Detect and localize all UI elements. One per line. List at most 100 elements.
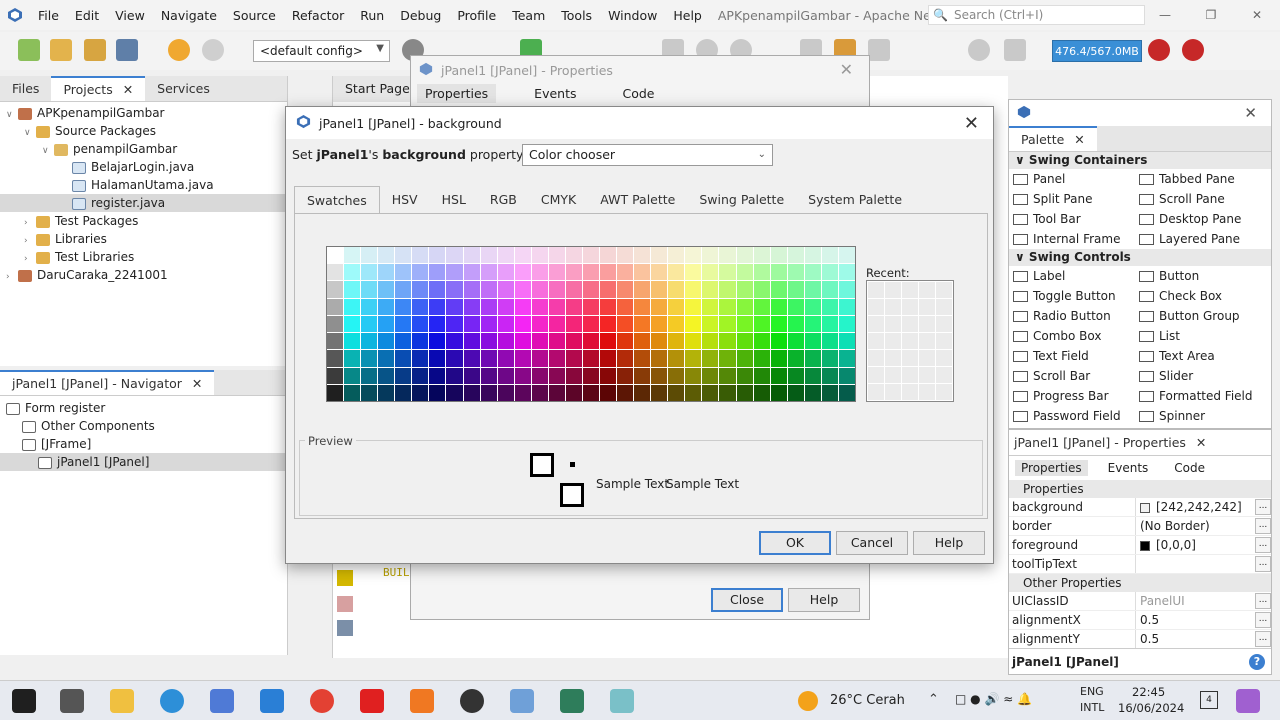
color-swatch[interactable] (497, 315, 514, 333)
color-swatch[interactable] (531, 367, 548, 384)
new-project-icon[interactable] (50, 39, 72, 61)
color-swatch[interactable] (668, 281, 685, 298)
color-swatch[interactable] (361, 264, 378, 281)
tree-item-halamanutama-java[interactable]: HalamanUtama.java (0, 176, 287, 194)
tree-item-register-java[interactable]: register.java (0, 194, 287, 212)
color-swatch[interactable] (804, 264, 821, 281)
color-swatch[interactable] (719, 384, 736, 401)
color-swatch[interactable] (600, 350, 617, 367)
color-swatch[interactable] (378, 247, 395, 264)
color-swatch[interactable] (344, 384, 361, 401)
color-swatch[interactable] (514, 264, 531, 281)
color-swatch[interactable] (651, 384, 668, 401)
color-swatch[interactable] (378, 350, 395, 367)
weather-text[interactable]: 26°C Cerah (830, 693, 905, 708)
color-swatch[interactable] (497, 247, 514, 264)
color-swatch[interactable] (514, 350, 531, 367)
color-swatch[interactable] (736, 384, 753, 401)
color-swatch[interactable] (736, 367, 753, 384)
help-icon[interactable]: ? (1249, 654, 1265, 670)
ellipsis-button[interactable]: ... (1255, 593, 1271, 609)
color-swatch[interactable] (463, 333, 480, 350)
recent-swatch[interactable] (868, 299, 884, 315)
color-swatch[interactable] (344, 315, 361, 333)
tab-rgb[interactable]: RGB (478, 186, 529, 214)
color-swatch[interactable] (702, 367, 719, 384)
palette-item-scroll-bar[interactable]: Scroll Bar (1009, 366, 1135, 386)
color-swatch[interactable] (514, 315, 531, 333)
color-swatch[interactable] (787, 367, 804, 384)
color-swatch[interactable] (787, 264, 804, 281)
color-swatch[interactable] (514, 333, 531, 350)
color-swatch[interactable] (582, 281, 600, 298)
color-swatch[interactable] (736, 264, 753, 281)
color-swatch[interactable] (821, 350, 838, 367)
palette-item-spinner[interactable]: Spinner (1135, 406, 1261, 426)
recent-swatch[interactable] (902, 333, 918, 349)
color-swatch[interactable] (395, 298, 412, 315)
recent-swatch[interactable] (868, 316, 884, 332)
color-swatch[interactable] (548, 264, 565, 281)
color-swatch[interactable] (429, 315, 446, 333)
color-swatch[interactable] (344, 264, 361, 281)
chevron-up-icon[interactable]: ⌃ (928, 692, 939, 707)
color-swatch[interactable] (617, 350, 634, 367)
palette-item-slider[interactable]: Slider (1135, 366, 1261, 386)
edge-icon[interactable] (160, 689, 184, 713)
color-swatch[interactable] (412, 333, 429, 350)
color-swatch[interactable] (480, 350, 497, 367)
tab-props-code[interactable]: Code (1168, 460, 1211, 476)
color-swatch[interactable] (736, 350, 753, 367)
color-swatch[interactable] (634, 333, 651, 350)
recent-swatch[interactable] (919, 384, 935, 400)
color-swatch[interactable] (531, 264, 548, 281)
ok-button[interactable]: OK (759, 531, 831, 555)
nav-item-other-components[interactable]: Other Components (0, 417, 287, 435)
color-swatch[interactable] (497, 350, 514, 367)
color-swatch[interactable] (361, 367, 378, 384)
color-swatch[interactable] (361, 247, 378, 264)
palette-item-toggle-button[interactable]: Toggle Button (1009, 286, 1135, 306)
color-swatch[interactable] (378, 281, 395, 298)
palette-item-text-field[interactable]: Text Field (1009, 346, 1135, 366)
recent-swatch[interactable] (919, 350, 935, 366)
color-swatch[interactable] (361, 333, 378, 350)
recent-swatch[interactable] (936, 316, 952, 332)
property-value[interactable]: (No Border)... (1136, 517, 1271, 535)
recent-swatch[interactable] (919, 333, 935, 349)
color-swatch[interactable] (651, 350, 668, 367)
color-swatch[interactable] (787, 315, 804, 333)
recent-swatch[interactable] (885, 316, 901, 332)
chevron-icon[interactable]: › (6, 268, 18, 286)
color-swatch[interactable] (770, 281, 787, 298)
color-swatch[interactable] (565, 247, 582, 264)
color-swatch[interactable] (582, 333, 600, 350)
property-row-alignmenty[interactable]: alignmentY 0.5... (1009, 630, 1271, 649)
color-swatch[interactable] (821, 367, 838, 384)
color-swatch[interactable] (634, 247, 651, 264)
color-swatch[interactable] (838, 315, 855, 333)
palette-item-button[interactable]: Button (1135, 266, 1261, 286)
recent-swatch[interactable] (936, 350, 952, 366)
tree-item-apkpenampilgambar[interactable]: ∨ APKpenampilGambar (0, 104, 287, 122)
palette-item-password-field[interactable]: Password Field (1009, 406, 1135, 426)
color-swatch[interactable] (736, 298, 753, 315)
color-swatch[interactable] (753, 367, 770, 384)
color-swatch[interactable] (600, 264, 617, 281)
color-swatch[interactable] (634, 384, 651, 401)
color-swatch[interactable] (617, 298, 634, 315)
color-swatch[interactable] (429, 350, 446, 367)
color-swatch[interactable] (821, 298, 838, 315)
property-row-tooltiptext[interactable]: toolTipText... (1009, 555, 1271, 574)
recent-swatch[interactable] (868, 384, 884, 400)
recent-swatch[interactable] (868, 333, 884, 349)
color-swatch[interactable] (412, 350, 429, 367)
color-swatch[interactable] (804, 350, 821, 367)
color-swatch[interactable] (412, 247, 429, 264)
color-swatch[interactable] (702, 350, 719, 367)
color-swatch[interactable] (327, 247, 344, 264)
recent-swatch[interactable] (902, 316, 918, 332)
weather-icon[interactable] (798, 691, 818, 711)
color-swatch[interactable] (344, 350, 361, 367)
mail-icon[interactable] (260, 689, 284, 713)
